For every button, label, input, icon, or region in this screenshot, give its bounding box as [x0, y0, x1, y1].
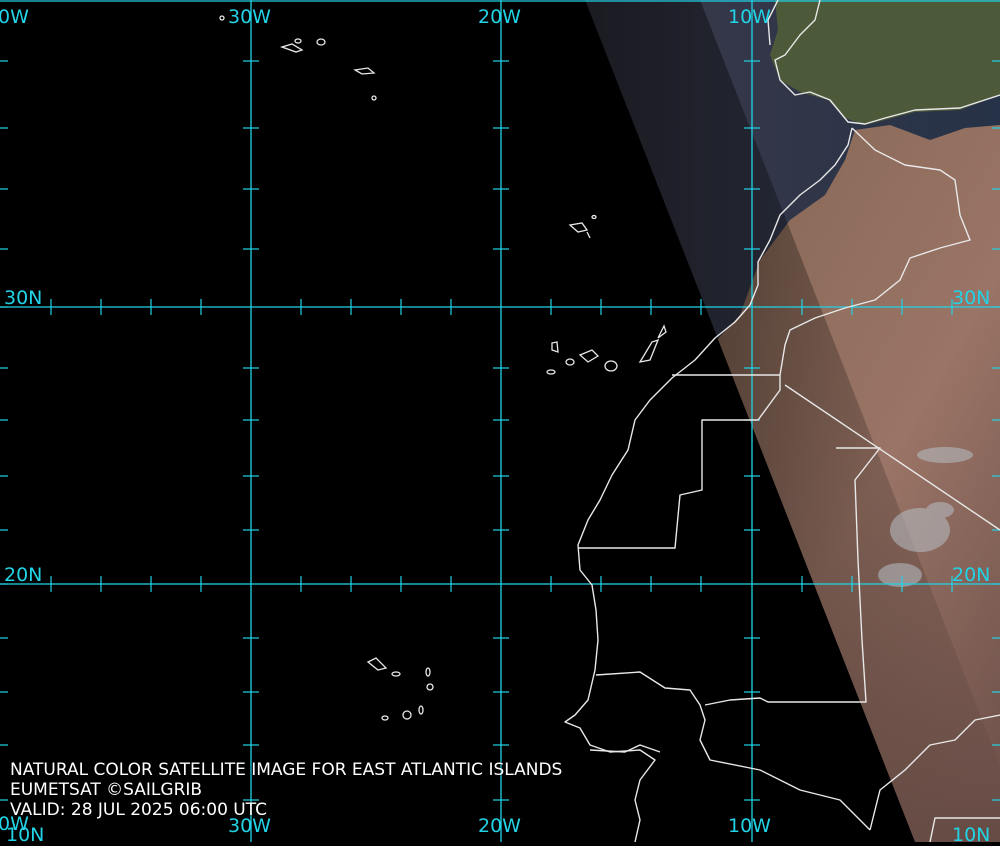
lat-label-10n-left: 10N: [6, 824, 45, 846]
caption-valid-time: VALID: 28 JUL 2025 06:00 UTC: [10, 800, 268, 820]
lat-label-30n-right: 30N: [952, 287, 991, 309]
lat-label-10n-right: 10N: [952, 824, 991, 846]
lon-label-10w-top: 10W: [728, 6, 771, 28]
lon-label-30w-top: 30W: [228, 6, 271, 28]
lon-label-20w-top: 20W: [478, 6, 521, 28]
caption-credit: EUMETSAT ©SAILGRIB: [10, 780, 203, 800]
lat-label-30n-left: 30N: [4, 287, 43, 309]
lon-label-10w-bottom: 10W: [728, 815, 771, 837]
lat-label-20n-left: 20N: [4, 564, 43, 586]
satellite-map: [0, 0, 1000, 842]
lat-label-20n-right: 20N: [952, 564, 991, 586]
lon-label-top-left-clipped: 0W: [0, 6, 29, 28]
caption-title: NATURAL COLOR SATELLITE IMAGE FOR EAST A…: [10, 760, 563, 780]
map-caption: NATURAL COLOR SATELLITE IMAGE FOR EAST A…: [10, 760, 562, 820]
